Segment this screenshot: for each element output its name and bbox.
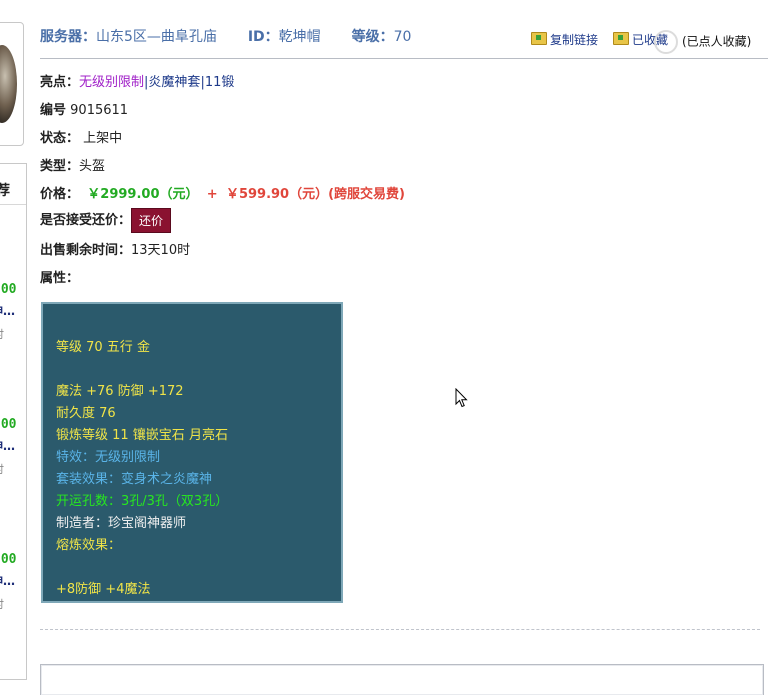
haggle-row: 是否接受还价： 还价 <box>40 208 172 233</box>
copy-link-button[interactable]: 复制链接 <box>531 31 598 48</box>
lower-panel <box>40 664 764 695</box>
watermark: (已点人收藏) <box>654 30 768 54</box>
favorite-icon <box>613 32 629 45</box>
sidebar-item-price[interactable]: .00 <box>0 417 16 432</box>
server-label: 服务器： <box>40 29 96 45</box>
status-value: 上架中 <box>83 131 123 146</box>
sidebar-item-name[interactable]: 神… <box>0 437 15 454</box>
level-label: 等级： <box>351 29 394 45</box>
highlight-tag[interactable]: 炎魔神套 <box>148 75 200 90</box>
haggle-label: 是否接受还价： <box>40 213 132 228</box>
remaining-label: 出售剩余时间： <box>40 243 132 258</box>
remaining-row: 出售剩余时间：13天10时 <box>40 239 190 258</box>
attr-line: 等级 70 五行 金 <box>56 340 150 355</box>
attr-line: 套装效果：变身术之炎魔神 <box>56 472 213 487</box>
type-label: 类型： <box>40 159 80 174</box>
attributes-panel: 等级 70 五行 金 魔法 +76 防御 +172 耐久度 76 锻炼等级 11… <box>41 302 343 603</box>
number-value: 9015611 <box>70 103 129 118</box>
sidebar-item-name[interactable]: 神… <box>0 572 15 589</box>
attr-line: 熔炼效果： <box>56 538 122 553</box>
price-row: 价格： ￥2999.00（元） + ￥599.90（元）(跨服交易费) <box>40 183 405 202</box>
watermark-text: (已点人收藏) <box>682 34 752 49</box>
recommend-sidebar: 荐 .00 神… 时 .00 神… 时 .00 神… 时 <box>0 163 27 680</box>
sidebar-item-time: 时 <box>0 596 4 612</box>
haggle-button[interactable]: 还价 <box>131 208 172 233</box>
sidebar-item-price[interactable]: .00 <box>0 552 16 567</box>
type-value: 头盔 <box>79 159 106 174</box>
attr-row: 属性： <box>40 267 79 286</box>
number-label: 编号 <box>40 103 67 118</box>
attr-line: 耐久度 76 <box>56 406 116 421</box>
sidebar-item-time: 时 <box>0 326 4 342</box>
highlight-tag[interactable]: 11锻 <box>205 75 235 90</box>
id-label: ID： <box>247 29 279 45</box>
level-value: 70 <box>393 29 412 45</box>
sidebar-heading: 荐 <box>0 183 10 199</box>
highlight-tag[interactable]: 无级别限制 <box>79 75 144 90</box>
id-value: 乾坤帽 <box>278 29 321 45</box>
price-fee: ￥599.90（元）(跨服交易费) <box>225 187 405 202</box>
attr-line: 开运孔数：3孔/3孔（双3孔） <box>56 494 229 509</box>
sidebar-item-time: 时 <box>0 461 4 477</box>
attr-line: 魔法 +76 防御 +172 <box>56 384 184 399</box>
price-label: 价格： <box>40 187 80 202</box>
number-row: 编号 9015611 <box>40 99 128 118</box>
attr-line: +8防御 +4魔法 <box>56 582 151 597</box>
status-label: 状态： <box>40 131 80 146</box>
type-row: 类型：头盔 <box>40 155 105 174</box>
copy-link-icon <box>531 32 547 45</box>
server-value: 山东5区—曲阜孔庙 <box>96 29 217 45</box>
sidebar-divider <box>0 204 26 205</box>
left-column: 荐 .00 神… 时 .00 神… 时 .00 神… 时 <box>0 0 27 680</box>
highlight-row: 亮点：无级别限制|炎魔神套|11锻 <box>40 75 235 90</box>
price-main: ￥2999.00（元） <box>87 187 199 202</box>
remaining-value: 13天10时 <box>131 243 191 258</box>
attr-line: 锻炼等级 11 镶嵌宝石 月亮石 <box>56 428 228 443</box>
item-thumbnail[interactable] <box>0 22 24 146</box>
attr-label: 属性： <box>40 271 80 286</box>
attr-line: 特效：无级别限制 <box>56 450 161 465</box>
highlight-label: 亮点： <box>40 75 80 90</box>
helmet-image <box>0 45 17 123</box>
status-row: 状态： 上架中 <box>40 127 122 146</box>
copy-link-label: 复制链接 <box>550 33 599 47</box>
header-divider <box>40 58 768 59</box>
sidebar-item-price[interactable]: .00 <box>0 282 16 297</box>
price-plus: + <box>206 187 218 202</box>
attr-line: 制造者：珍宝阁神器师 <box>56 516 187 531</box>
watermark-logo-icon <box>654 30 678 54</box>
sidebar-item-name[interactable]: 神… <box>0 302 15 319</box>
section-divider <box>40 629 760 630</box>
